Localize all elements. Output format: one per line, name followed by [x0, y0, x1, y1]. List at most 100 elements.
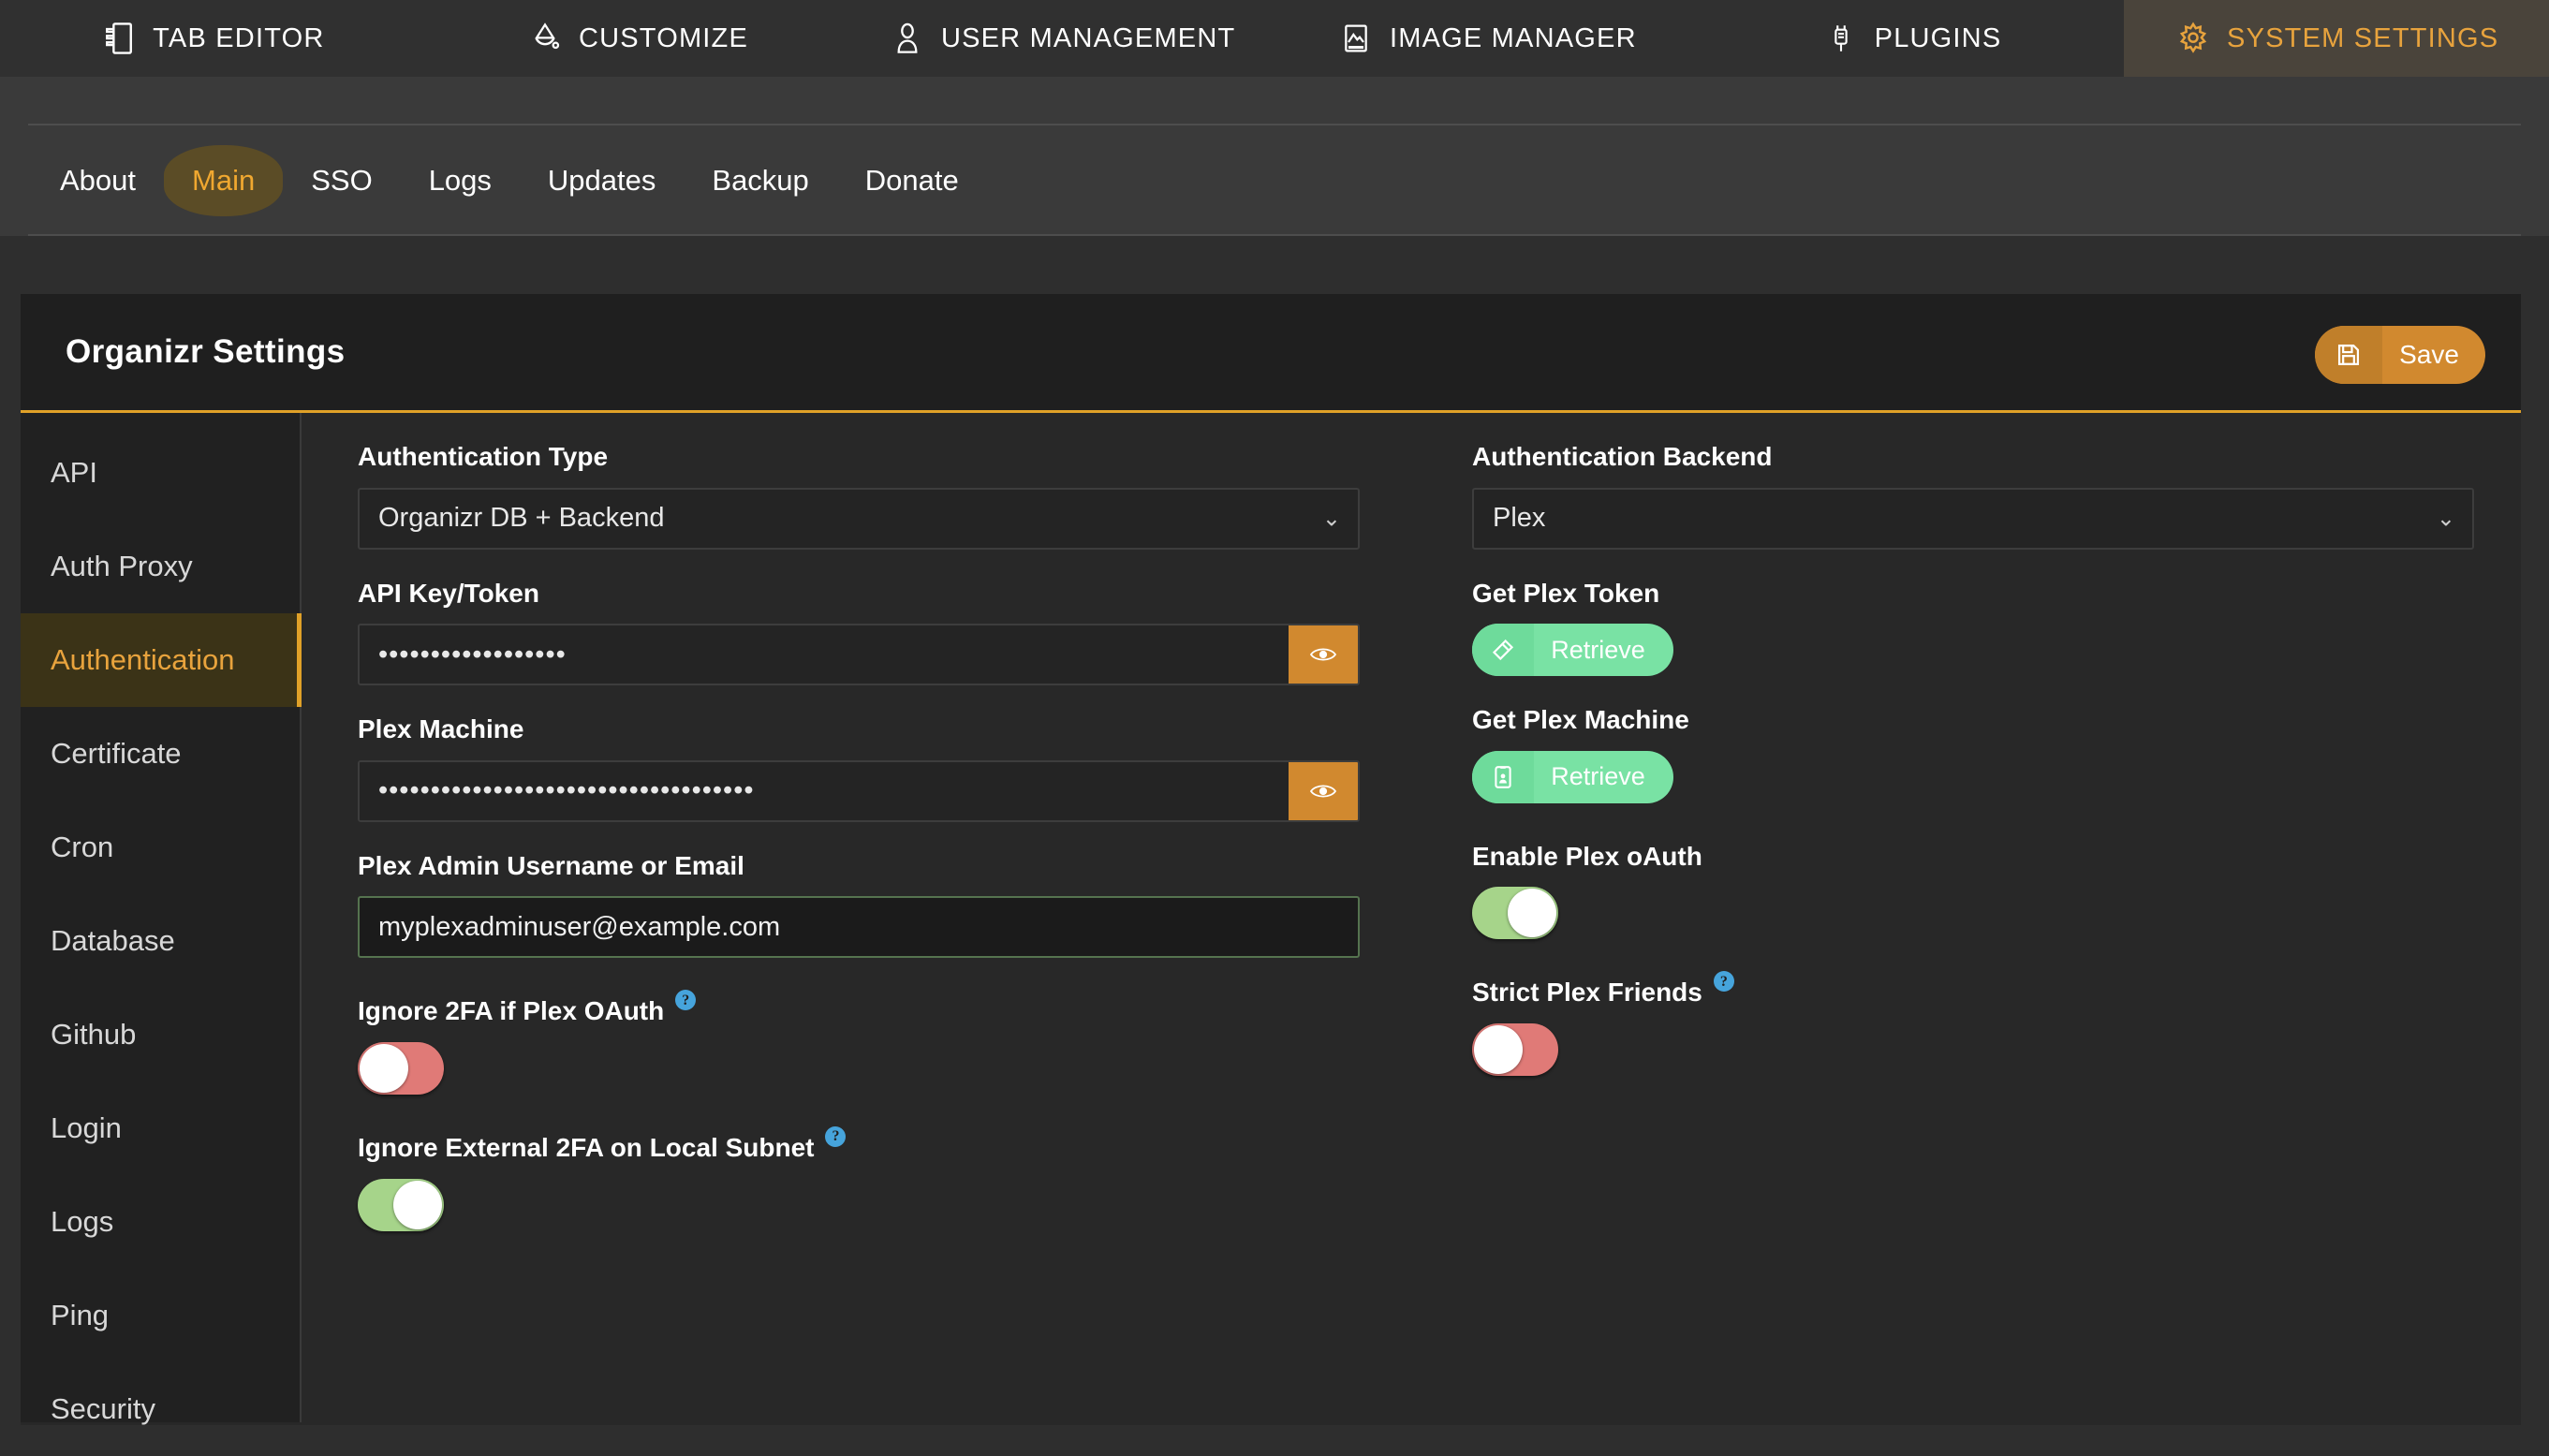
- settings-panel: Organizr Settings Save API Auth Proxy Au…: [21, 294, 2521, 1425]
- strict-plex-friends-label: Strict Plex Friends ?: [1472, 977, 2474, 1008]
- eye-icon[interactable]: [1289, 625, 1358, 684]
- help-icon[interactable]: ?: [675, 990, 696, 1010]
- form-column-left: Authentication Type Organizr DB + Backen…: [358, 441, 1360, 1422]
- subnav-tab-backup[interactable]: Backup: [684, 145, 836, 216]
- label-text: Strict Plex Friends: [1472, 977, 1702, 1008]
- subnav-tab-main[interactable]: Main: [164, 145, 283, 216]
- sidebar-item-login[interactable]: Login: [21, 1081, 300, 1175]
- user-icon: [889, 20, 926, 57]
- get-plex-token-button[interactable]: Retrieve: [1472, 624, 1673, 676]
- field-strict-plex-friends: Strict Plex Friends ?: [1472, 977, 2474, 1076]
- label-text: Ignore External 2FA on Local Subnet: [358, 1132, 814, 1164]
- sidebar-item-cron[interactable]: Cron: [21, 801, 300, 894]
- api-key-input[interactable]: ••••••••••••••••••: [360, 625, 1289, 684]
- strict-plex-friends-toggle[interactable]: [1472, 1023, 1558, 1076]
- key-icon: [1472, 624, 1534, 676]
- panel-header: Organizr Settings Save: [21, 294, 2521, 413]
- subnav-bottom-divider: [28, 234, 2521, 236]
- subnav-background: [0, 77, 2549, 125]
- subnav-tab-updates[interactable]: Updates: [520, 145, 684, 216]
- sidebar-item-auth-proxy[interactable]: Auth Proxy: [21, 520, 300, 613]
- get-plex-machine-label: Get Plex Machine: [1472, 704, 2474, 736]
- topnav-label: TAB EDITOR: [153, 23, 324, 54]
- topnav-item-customize[interactable]: CUSTOMIZE: [425, 0, 850, 77]
- settings-form: Authentication Type Organizr DB + Backen…: [302, 413, 2530, 1422]
- chevron-down-icon: ⌄: [2437, 505, 2455, 532]
- plug-icon: [1822, 20, 1860, 57]
- topnav-label: CUSTOMIZE: [579, 23, 748, 54]
- topnav-item-user-management[interactable]: USER MANAGEMENT: [849, 0, 1274, 77]
- toggle-knob: [360, 1044, 408, 1093]
- ignore-external-2fa-local-label: Ignore External 2FA on Local Subnet ?: [358, 1132, 1360, 1164]
- toggle-knob: [1474, 1025, 1523, 1074]
- ignore-2fa-plex-oauth-label: Ignore 2FA if Plex OAuth ?: [358, 995, 1360, 1027]
- topnav-label: USER MANAGEMENT: [941, 23, 1235, 54]
- sidebar-item-ping[interactable]: Ping: [21, 1269, 300, 1362]
- api-key-label: API Key/Token: [358, 578, 1360, 610]
- subnav-tab-sso[interactable]: SSO: [283, 145, 400, 216]
- get-plex-token-label: Get Plex Token: [1472, 578, 2474, 610]
- ignore-external-2fa-local-toggle[interactable]: [358, 1179, 444, 1231]
- topnav-label: IMAGE MANAGER: [1390, 23, 1637, 54]
- authentication-backend-value: Plex: [1493, 503, 1545, 534]
- sidebar-item-logs[interactable]: Logs: [21, 1175, 300, 1269]
- save-button[interactable]: Save: [2315, 326, 2485, 384]
- topnav-item-system-settings[interactable]: SYSTEM SETTINGS: [2124, 0, 2549, 77]
- field-get-plex-machine: Get Plex Machine Retrieve: [1472, 704, 2474, 803]
- topnav-item-plugins[interactable]: PLUGINS: [1700, 0, 2125, 77]
- field-authentication-backend: Authentication Backend Plex ⌄: [1472, 441, 2474, 550]
- sidebar-item-authentication[interactable]: Authentication: [21, 613, 302, 707]
- plex-machine-input[interactable]: ••••••••••••••••••••••••••••••••••••: [360, 762, 1289, 820]
- subnav-tab-logs[interactable]: Logs: [401, 145, 520, 216]
- top-navigation: TAB EDITOR CUSTOMIZE USER MANAGEMENT: [0, 0, 2549, 77]
- api-key-input-group: ••••••••••••••••••: [358, 624, 1360, 685]
- field-authentication-type: Authentication Type Organizr DB + Backen…: [358, 441, 1360, 550]
- toggle-knob: [1508, 889, 1556, 937]
- paint-drop-icon: [526, 20, 564, 57]
- sidebar-item-github[interactable]: Github: [21, 988, 300, 1081]
- chevron-down-icon: ⌄: [1322, 505, 1341, 532]
- help-icon[interactable]: ?: [825, 1126, 846, 1147]
- panel-body: API Auth Proxy Authentication Certificat…: [21, 413, 2521, 1422]
- authentication-backend-select[interactable]: Plex ⌄: [1472, 488, 2474, 550]
- sidebar-item-security[interactable]: Security: [21, 1362, 300, 1456]
- field-get-plex-token: Get Plex Token Retrieve: [1472, 578, 2474, 677]
- plex-machine-label: Plex Machine: [358, 713, 1360, 745]
- enable-plex-oauth-toggle[interactable]: [1472, 887, 1558, 939]
- ignore-2fa-plex-oauth-toggle[interactable]: [358, 1042, 444, 1095]
- topnav-label: PLUGINS: [1875, 23, 2002, 54]
- get-plex-token-button-label: Retrieve: [1534, 624, 1673, 676]
- subnav-tab-about[interactable]: About: [32, 145, 164, 216]
- form-column-right: Authentication Backend Plex ⌄ Get Plex T…: [1472, 441, 2474, 1422]
- topnav-item-image-manager[interactable]: IMAGE MANAGER: [1274, 0, 1700, 77]
- authentication-backend-label: Authentication Backend: [1472, 441, 2474, 473]
- floppy-disk-icon: [2315, 326, 2382, 384]
- authentication-type-select[interactable]: Organizr DB + Backend ⌄: [358, 488, 1360, 550]
- label-text: Ignore 2FA if Plex OAuth: [358, 995, 664, 1027]
- field-plex-admin: Plex Admin Username or Email myplexadmin…: [358, 850, 1360, 959]
- field-plex-machine: Plex Machine •••••••••••••••••••••••••••…: [358, 713, 1360, 822]
- subnav-tabs: About Main SSO Logs Updates Backup Donat…: [0, 125, 2549, 236]
- tab-editor-icon: [100, 20, 138, 57]
- get-plex-machine-button[interactable]: Retrieve: [1472, 751, 1673, 803]
- sidebar-item-certificate[interactable]: Certificate: [21, 707, 300, 801]
- get-plex-machine-button-label: Retrieve: [1534, 751, 1673, 803]
- field-api-key: API Key/Token ••••••••••••••••••: [358, 578, 1360, 686]
- topnav-label: SYSTEM SETTINGS: [2227, 23, 2498, 54]
- subnav-tab-donate[interactable]: Donate: [837, 145, 987, 216]
- image-icon: [1337, 20, 1375, 57]
- page-title: Organizr Settings: [66, 333, 346, 371]
- sidebar-item-database[interactable]: Database: [21, 894, 300, 988]
- device-id-icon: [1472, 751, 1534, 803]
- plex-admin-label: Plex Admin Username or Email: [358, 850, 1360, 882]
- enable-plex-oauth-label: Enable Plex oAuth: [1472, 841, 2474, 873]
- field-ignore-external-2fa-local: Ignore External 2FA on Local Subnet ?: [358, 1132, 1360, 1231]
- topnav-item-tab-editor[interactable]: TAB EDITOR: [0, 0, 425, 77]
- save-button-label: Save: [2382, 326, 2485, 384]
- eye-icon[interactable]: [1289, 762, 1358, 820]
- sidebar-item-api[interactable]: API: [21, 426, 300, 520]
- plex-admin-input[interactable]: myplexadminuser@example.com: [358, 896, 1360, 958]
- field-ignore-2fa-plex-oauth: Ignore 2FA if Plex OAuth ?: [358, 995, 1360, 1095]
- help-icon[interactable]: ?: [1714, 971, 1734, 992]
- gear-icon: [2174, 20, 2212, 57]
